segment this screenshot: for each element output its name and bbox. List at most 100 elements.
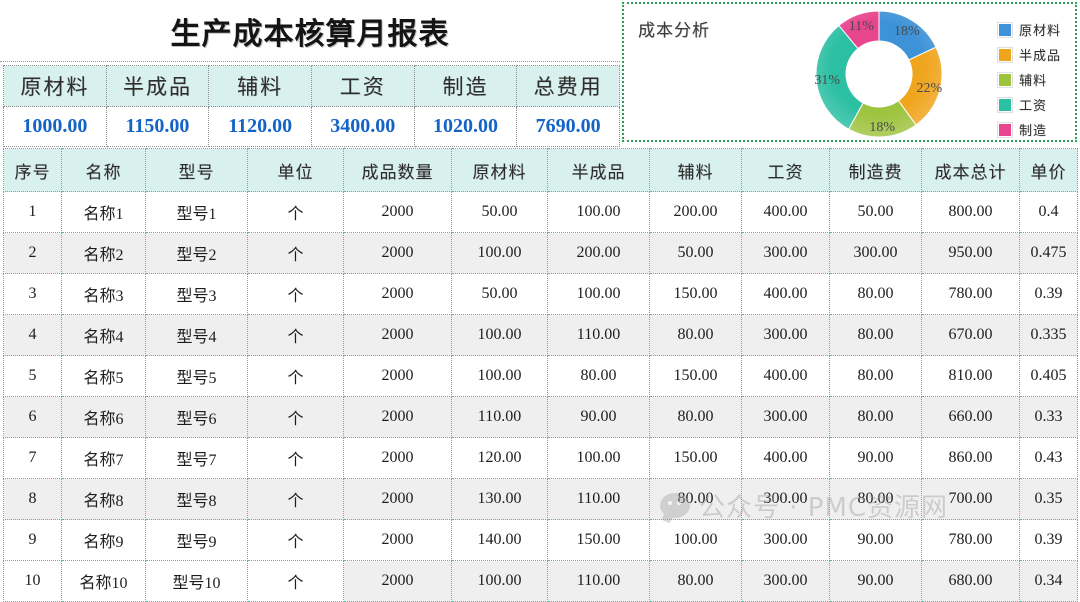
donut-chart: 18% 22% 18% 31% 11% <box>809 4 949 142</box>
summary-header-1: 半成品 <box>105 65 210 107</box>
legend-swatch-icon <box>997 22 1012 37</box>
column-header-8[interactable]: 工资 <box>741 148 830 192</box>
cell-制造费: 80.00 <box>829 478 922 520</box>
cell-名称: 名称3 <box>61 273 146 315</box>
cell-制造费: 90.00 <box>829 437 922 479</box>
cell-制造费: 90.00 <box>829 519 922 561</box>
cell-单价: 0.39 <box>1019 519 1078 561</box>
column-header-3[interactable]: 单位 <box>247 148 344 192</box>
cell-单位: 个 <box>247 273 344 315</box>
cell-半成品: 100.00 <box>547 191 650 233</box>
cell-制造费: 90.00 <box>829 560 922 602</box>
legend-swatch-icon <box>997 122 1012 137</box>
cell-单位: 个 <box>247 314 344 356</box>
cell-辅料: 50.00 <box>649 232 742 274</box>
cell-成品数量: 2000 <box>343 314 452 356</box>
table-row[interactable]: 4 名称4 型号4 个 2000 100.00 110.00 80.00 300.00 80.00… <box>3 314 1078 356</box>
cell-型号: 型号10 <box>145 560 248 602</box>
cell-成本总计: 810.00 <box>921 355 1020 397</box>
cell-辅料: 150.00 <box>649 355 742 397</box>
summary-value-row: 1000.00 1150.00 1120.00 3400.00 1020.00 7690.… <box>3 106 620 147</box>
cell-型号: 型号5 <box>145 355 248 397</box>
cell-成品数量: 2000 <box>343 232 452 274</box>
cell-单价: 0.39 <box>1019 273 1078 315</box>
column-header-0[interactable]: 序号 <box>3 148 62 192</box>
cell-名称: 名称1 <box>61 191 146 233</box>
legend-label: 半成品 <box>1018 48 1061 63</box>
cell-工资: 400.00 <box>741 355 830 397</box>
cell-半成品: 80.00 <box>547 355 650 397</box>
table-row[interactable]: 3 名称3 型号3 个 2000 50.00 100.00 150.00 400.00 80.00… <box>3 273 1078 315</box>
cell-序号: 6 <box>3 396 62 438</box>
cell-辅料: 150.00 <box>649 273 742 315</box>
cell-制造费: 80.00 <box>829 355 922 397</box>
cell-单价: 0.405 <box>1019 355 1078 397</box>
cell-制造费: 80.00 <box>829 273 922 315</box>
legend-swatch-icon <box>997 72 1012 87</box>
legend-label: 制造 <box>1018 123 1047 138</box>
cell-名称: 名称5 <box>61 355 146 397</box>
cell-制造费: 80.00 <box>829 314 922 356</box>
cell-单价: 0.34 <box>1019 560 1078 602</box>
legend-item-4[interactable]: 制造 <box>997 120 1061 139</box>
cell-辅料: 80.00 <box>649 396 742 438</box>
table-row[interactable]: 8 名称8 型号8 个 2000 130.00 110.00 80.00 300.00 80.00… <box>3 478 1078 520</box>
cell-半成品: 110.00 <box>547 560 650 602</box>
chart-title: 成本分析 <box>638 21 710 40</box>
column-header-5[interactable]: 原材料 <box>451 148 548 192</box>
legend-item-3[interactable]: 工资 <box>997 95 1061 114</box>
cell-原材料: 50.00 <box>451 273 548 315</box>
column-header-2[interactable]: 型号 <box>145 148 248 192</box>
table-row[interactable]: 1 名称1 型号1 个 2000 50.00 100.00 200.00 400.00 50.00… <box>3 191 1078 233</box>
cell-制造费: 80.00 <box>829 396 922 438</box>
column-header-1[interactable]: 名称 <box>61 148 146 192</box>
cell-原材料: 120.00 <box>451 437 548 479</box>
table-row[interactable]: 7 名称7 型号7 个 2000 120.00 100.00 150.00 400.00 90.0… <box>3 437 1078 479</box>
cell-名称: 名称2 <box>61 232 146 274</box>
donut-label-辅料: 18% <box>869 120 895 135</box>
table-row[interactable]: 9 名称9 型号9 个 2000 140.00 150.00 100.00 300.00 90.0… <box>3 519 1078 561</box>
cost-summary-table: 原材料 半成品 辅料 工资 制造 总费用 1000.00 1150.00 1120.00 340… <box>3 65 620 147</box>
cell-名称: 名称10 <box>61 560 146 602</box>
column-header-6[interactable]: 半成品 <box>547 148 650 192</box>
report-page: 生产成本核算月报表 原材料 半成品 辅料 工资 制造 总费用 1000.00 1150.00… <box>0 0 1080 602</box>
column-header-9[interactable]: 制造费 <box>829 148 922 192</box>
cell-制造费: 300.00 <box>829 232 922 274</box>
cell-成本总计: 860.00 <box>921 437 1020 479</box>
cell-序号: 3 <box>3 273 62 315</box>
cell-型号: 型号7 <box>145 437 248 479</box>
cell-型号: 型号4 <box>145 314 248 356</box>
legend-item-0[interactable]: 原材料 <box>997 20 1061 39</box>
table-head: 序号 名称 型号 单位 成品数量 原材料 半成品 辅料 工资 制造费 成本总计 单价 <box>3 148 1078 192</box>
cell-成品数量: 2000 <box>343 355 452 397</box>
cell-成品数量: 2000 <box>343 478 452 520</box>
cell-工资: 400.00 <box>741 191 830 233</box>
cell-原材料: 110.00 <box>451 396 548 438</box>
page-title: 生产成本核算月报表 <box>170 16 450 52</box>
column-header-10[interactable]: 成本总计 <box>921 148 1020 192</box>
table-row[interactable]: 6 名称6 型号6 个 2000 110.00 90.00 80.00 300.00 80.00 6… <box>3 396 1078 438</box>
summary-value-1: 1150.00 <box>105 106 210 147</box>
legend-item-2[interactable]: 辅料 <box>997 70 1061 89</box>
cell-单价: 0.43 <box>1019 437 1078 479</box>
summary-body: 原材料 半成品 辅料 工资 制造 总费用 1000.00 1150.00 1120.00 340… <box>3 65 620 147</box>
table-row[interactable]: 10 名称10 型号10 个 2000 100.00 110.00 80.00 300.00 90… <box>3 560 1078 602</box>
cell-单价: 0.4 <box>1019 191 1078 233</box>
cell-单位: 个 <box>247 355 344 397</box>
cell-辅料: 80.00 <box>649 314 742 356</box>
column-header-11[interactable]: 单价 <box>1019 148 1078 192</box>
legend-item-1[interactable]: 半成品 <box>997 45 1061 64</box>
cell-名称: 名称9 <box>61 519 146 561</box>
column-header-4[interactable]: 成品数量 <box>343 148 452 192</box>
summary-header-2: 辅料 <box>208 65 312 107</box>
cell-原材料: 140.00 <box>451 519 548 561</box>
table-row[interactable]: 2 名称2 型号2 个 2000 100.00 200.00 50.00 300.00 300.0… <box>3 232 1078 274</box>
cell-单价: 0.33 <box>1019 396 1078 438</box>
cell-成本总计: 700.00 <box>921 478 1020 520</box>
cell-成本总计: 680.00 <box>921 560 1020 602</box>
column-header-7[interactable]: 辅料 <box>649 148 742 192</box>
cell-半成品: 90.00 <box>547 396 650 438</box>
table-row[interactable]: 5 名称5 型号5 个 2000 100.00 80.00 150.00 400.00 80.00… <box>3 355 1078 397</box>
cell-辅料: 150.00 <box>649 437 742 479</box>
summary-header-5: 总费用 <box>516 65 620 107</box>
